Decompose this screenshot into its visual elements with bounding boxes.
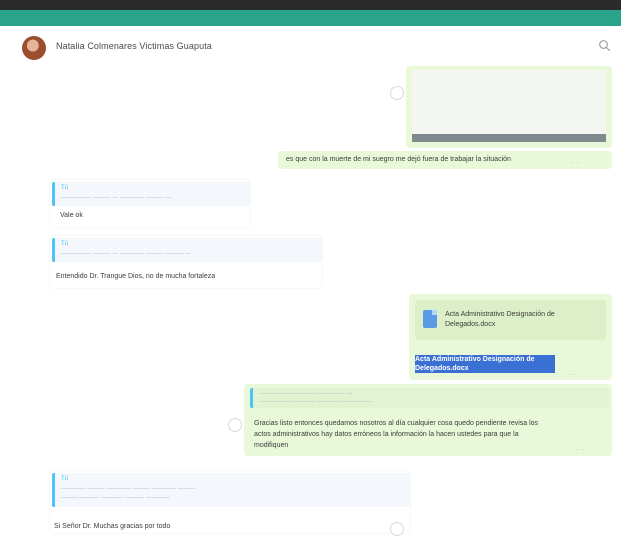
quoted-message[interactable]: Tú ————— ——— — ———— ——— — <box>52 182 251 206</box>
message-text: Entendido Dr. Trangue Dios, no de mucha … <box>56 273 216 280</box>
quoted-message[interactable]: Tú ————— ——— — ———— ——— ——— — <box>52 238 323 262</box>
quoted-text: ————— ——— — ———— ——— ——— — <box>61 251 192 257</box>
avatar[interactable] <box>22 36 46 60</box>
forward-icon[interactable] <box>390 522 404 536</box>
message-bubble[interactable]: Tú ———— ——— ———— ——— ———— ——— ——— ——— ——… <box>50 471 411 533</box>
quoted-text: ———— ——— ———— ——— ———— ——— <box>61 486 196 492</box>
message-bubble[interactable]: Tú ————— ——— — ———— ——— ——— — Entendido … <box>50 236 323 288</box>
quoted-text: ————— ——— — ———— ——— — <box>61 195 172 201</box>
message-text-line-3: modifiquen <box>254 442 289 449</box>
document-card[interactable]: Acta Administrativo Designación de Deleg… <box>415 300 606 340</box>
contact-name[interactable]: Natalia Colmenares Victimas Guaputa <box>56 41 212 51</box>
quoted-sender: Tú <box>61 185 69 191</box>
image-message[interactable] <box>406 66 612 148</box>
quoted-sender: Tú <box>61 241 69 247</box>
top-accent-bar <box>0 10 621 26</box>
message-text: Si Señor Dr. Muchas gracias por todo <box>54 523 171 530</box>
chat-area[interactable]: es que con la muerte de mi suegro me dej… <box>0 66 621 536</box>
forward-icon[interactable] <box>390 86 404 100</box>
document-message[interactable]: Acta Administrativo Designación de Deleg… <box>409 294 612 380</box>
message-text-line-1: Gracias listo entonces quedamos nosotros… <box>254 420 539 427</box>
chat-header: Natalia Colmenares Victimas Guaputa <box>0 26 621 66</box>
image-thumbnail[interactable] <box>412 70 606 142</box>
quoted-text: ————————— ————— — <box>259 391 353 397</box>
quoted-message[interactable]: Tú ———— ——— ———— ——— ———— ——— ——— ——— ——… <box>52 473 411 507</box>
image-thumbnail-bar <box>412 134 606 142</box>
message-text: Vale ok <box>60 212 83 219</box>
document-icon <box>423 310 437 328</box>
forward-icon[interactable] <box>228 418 242 432</box>
quoted-text: ——— ——— ———— ——— ———— <box>61 495 170 501</box>
message-time: ·· ·· <box>569 372 578 378</box>
selected-text: Acta Administrativo Designación de Deleg… <box>415 355 555 373</box>
message-text-line-2: actos administrativos hay datos erróneos… <box>254 431 519 438</box>
document-title: Acta Administrativo Designación de Deleg… <box>445 311 555 328</box>
message-time: ·· ·· <box>576 447 585 453</box>
message-bubble[interactable]: Tú ————— ——— — ———— ——— — Vale ok <box>50 180 251 228</box>
message-time: ·· ·· <box>571 160 580 166</box>
quoted-text: ————— ———— ———— ————— <box>259 399 373 405</box>
top-dark-bar <box>0 0 621 10</box>
search-icon[interactable] <box>596 37 614 55</box>
quoted-message[interactable]: ————————— ————— — ————— ———— ———— ————— <box>250 388 609 408</box>
message-bubble[interactable]: es que con la muerte de mi suegro me dej… <box>278 151 612 169</box>
message-text: es que con la muerte de mi suegro me dej… <box>286 156 511 163</box>
message-bubble[interactable]: ————————— ————— — ————— ———— ———— ————— … <box>244 384 612 456</box>
quoted-sender: Tú <box>61 476 69 482</box>
